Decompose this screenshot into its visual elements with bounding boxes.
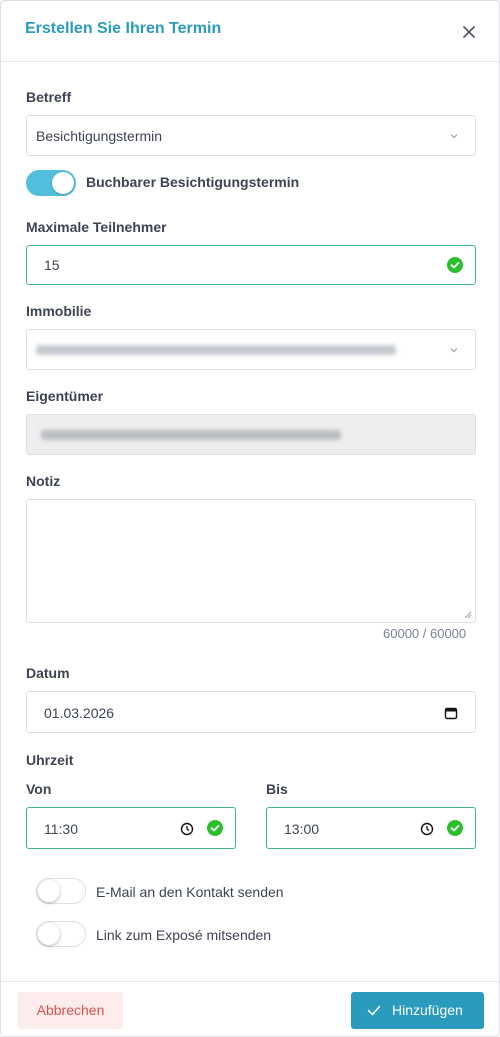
note-label: Notiz [26, 473, 61, 489]
time-from-value: 11:30 [44, 821, 78, 837]
time-to-input[interactable]: 13:00 [266, 807, 476, 849]
send-expose-link-toggle[interactable] [36, 921, 86, 947]
close-icon[interactable] [459, 22, 479, 42]
bookable-toggle[interactable] [26, 170, 76, 196]
add-button-label: Hinzufügen [392, 1002, 463, 1018]
redacted-property-value [36, 345, 396, 355]
toggle-knob [38, 880, 60, 902]
subject-label: Betreff [26, 89, 72, 105]
time-from-label: Von [26, 781, 52, 797]
time-label: Uhrzeit [26, 752, 74, 768]
property-label: Immobilie [26, 303, 92, 319]
appointment-dialog: Erstellen Sie Ihren Termin Betreff Besic… [0, 0, 500, 1037]
add-button[interactable]: Hinzufügen [351, 992, 484, 1029]
cancel-button[interactable]: Abbrechen [18, 992, 123, 1029]
checkmark-icon [367, 1005, 381, 1016]
note-textarea[interactable] [26, 499, 476, 623]
date-label: Datum [26, 665, 70, 681]
max-participants-value: 15 [44, 257, 60, 273]
chevron-down-icon [450, 134, 458, 139]
dialog-title: Erstellen Sie Ihren Termin [25, 20, 222, 37]
toggle-knob [38, 923, 60, 945]
time-from-input[interactable]: 11:30 [26, 807, 236, 849]
subject-value: Besichtigungstermin [36, 128, 163, 144]
check-circle-icon [447, 820, 463, 836]
send-email-toggle[interactable] [36, 878, 86, 904]
owner-label: Eigentümer [26, 388, 104, 404]
send-email-label: E-Mail an den Kontakt senden [96, 884, 284, 900]
calendar-icon[interactable] [444, 706, 458, 720]
chevron-down-icon [450, 348, 458, 353]
max-participants-input[interactable]: 15 [26, 245, 476, 285]
subject-select[interactable]: Besichtigungstermin [26, 115, 476, 156]
note-char-counter: 60000 / 60000 [383, 626, 467, 641]
redacted-owner-value [41, 430, 341, 440]
owner-field [26, 414, 476, 455]
footer-divider [1, 981, 499, 982]
toggle-knob [52, 172, 74, 194]
time-to-value: 13:00 [284, 821, 320, 837]
date-value: 01.03.2026 [44, 705, 115, 721]
clock-icon[interactable] [180, 822, 194, 836]
check-circle-icon [207, 820, 223, 836]
check-circle-icon [447, 257, 463, 273]
time-to-label: Bis [266, 781, 288, 797]
bookable-label: Buchbarer Besichtigungstermin [86, 174, 300, 190]
send-expose-link-label: Link zum Exposé mitsenden [96, 927, 272, 943]
property-select[interactable] [26, 329, 476, 370]
resize-handle-icon[interactable] [464, 611, 472, 619]
clock-icon[interactable] [420, 822, 434, 836]
dialog-header: Erstellen Sie Ihren Termin [1, 1, 499, 62]
max-participants-label: Maximale Teilnehmer [26, 219, 167, 235]
date-input[interactable]: 01.03.2026 [26, 691, 476, 733]
